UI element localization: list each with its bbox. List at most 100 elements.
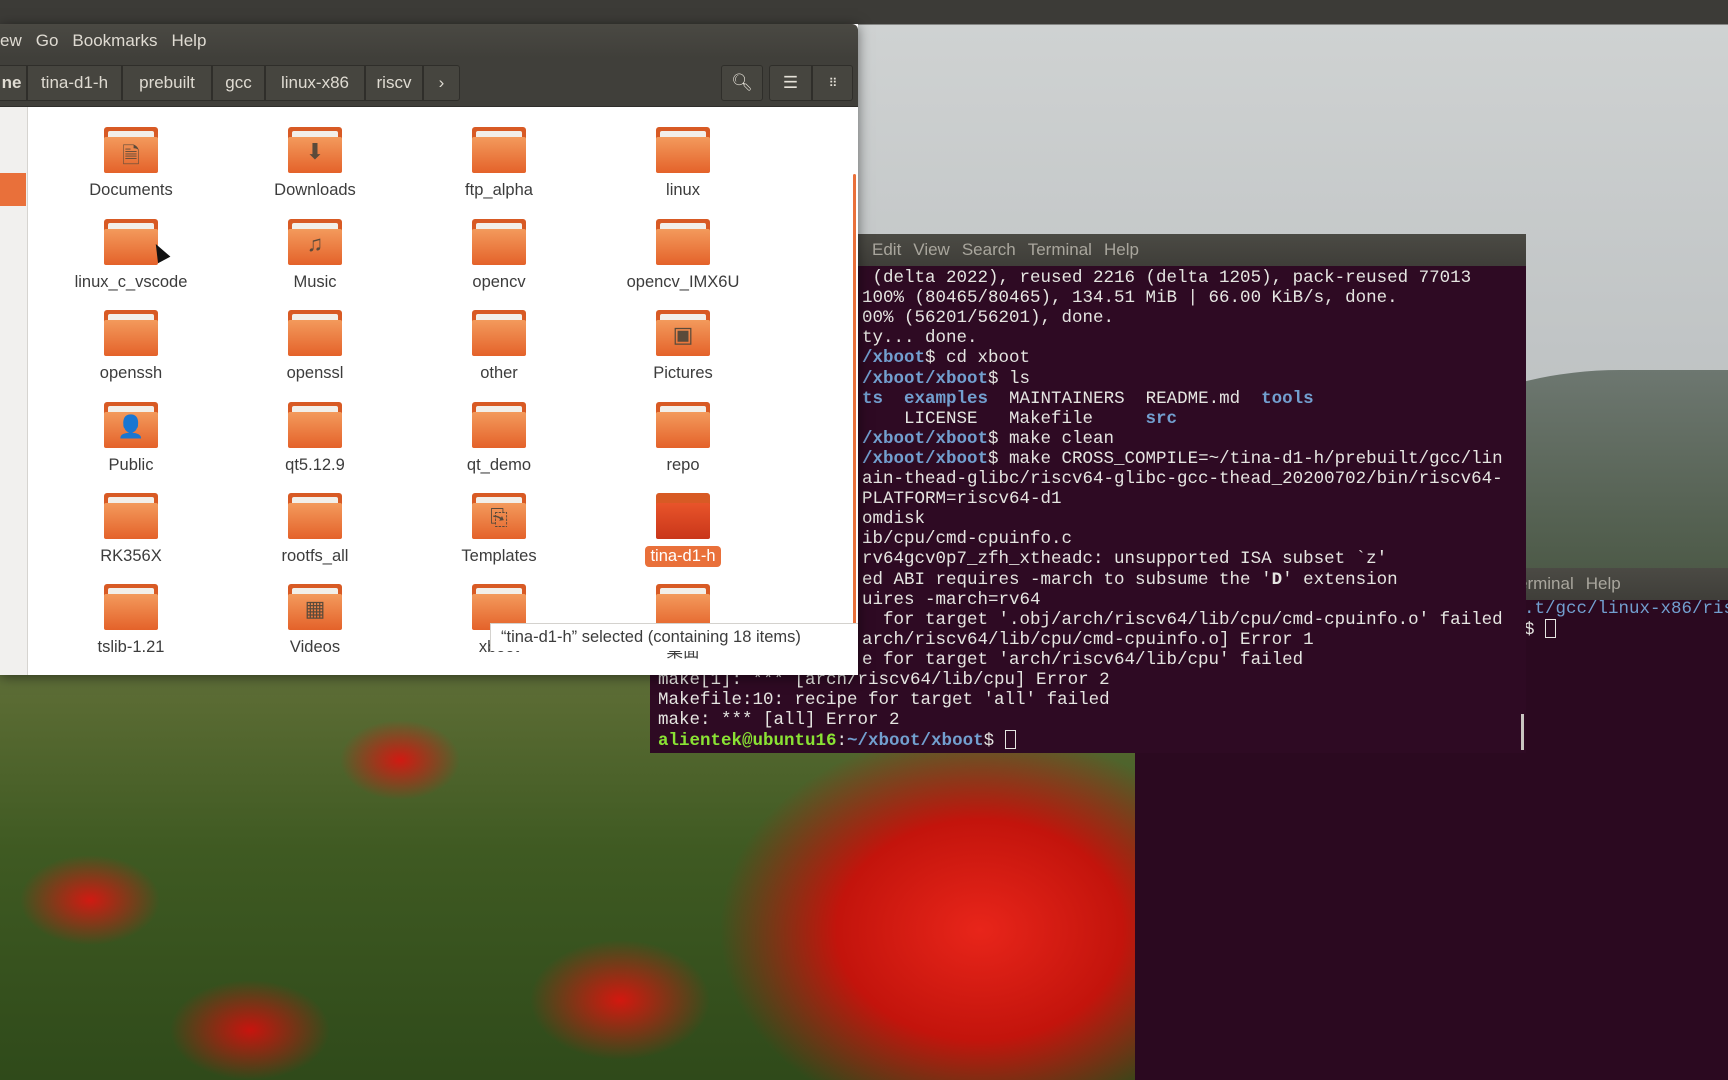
file-item-linux[interactable]: linux — [598, 127, 768, 201]
file-item-downloads[interactable]: ⬇ Downloads — [230, 127, 400, 201]
music-folder-icon: ♫ — [288, 219, 342, 265]
breadcrumb-prebuilt[interactable]: prebuilt — [122, 65, 212, 101]
grid-view-button[interactable]: ⠿ — [812, 65, 853, 101]
file-item-qt-demo[interactable]: qt_demo — [414, 402, 584, 476]
file-item-label: openssh — [99, 364, 163, 382]
terminal-line: .t/gcc/linux-x86/ris — [1524, 599, 1728, 619]
terminal-line: $ — [1524, 619, 1557, 640]
menu-help[interactable]: Help — [171, 31, 206, 51]
file-item-label: Documents — [89, 181, 173, 199]
file-item-ftp-alpha[interactable]: ftp_alpha — [414, 127, 584, 201]
terminal-line: /xboot/xboot$ ls — [862, 369, 1030, 389]
file-item-label: tslib-1.21 — [97, 638, 165, 656]
folder-icon — [656, 127, 710, 173]
menu-go[interactable]: Go — [36, 31, 59, 51]
terminal-text: $ — [983, 731, 1005, 752]
search-icon: 🔍︎ — [731, 73, 753, 92]
file-item-opencv-imx6u[interactable]: opencv_IMX6U — [598, 219, 768, 293]
templates-folder-icon: ⎘ — [472, 493, 526, 539]
file-item-music[interactable]: ♫ Music — [230, 219, 400, 293]
breadcrumb-more-button[interactable]: › — [423, 65, 460, 101]
file-item-videos[interactable]: ▦ Videos — [230, 584, 400, 658]
file-item-tina-d1-h[interactable]: tina-d1-h — [598, 493, 768, 567]
file-item-repo[interactable]: repo — [598, 402, 768, 476]
file-item-label: openssl — [286, 364, 344, 382]
breadcrumb-riscv[interactable]: riscv — [365, 65, 423, 101]
terminal-text: e for target 'arch/riscv64/lib/cpu' fail… — [862, 649, 1304, 670]
sidebar-item-home-selected[interactable] — [0, 173, 26, 206]
terminal-text: for target '.obj/arch/riscv64/lib/cpu/cm… — [862, 609, 1503, 630]
terminal-text: 100% (80465/80465), 134.51 MiB | 66.00 K… — [862, 288, 1398, 309]
folder-icon — [288, 310, 342, 356]
file-item-linux-c-vscode[interactable]: linux_c_vscode — [46, 219, 216, 293]
file-item-openssh[interactable]: openssh — [46, 310, 216, 384]
breadcrumb-linux-x86[interactable]: linux-x86 — [265, 65, 365, 101]
terminal-text: .t/gcc/linux-x86/ris — [1524, 599, 1728, 619]
terminal-text: 00% (56201/56201), done. — [862, 308, 1115, 329]
menu-view[interactable]: ew — [0, 31, 22, 51]
terminal-line: 100% (80465/80465), 134.51 MiB | 66.00 K… — [862, 288, 1398, 308]
list-view-button[interactable]: ☰ — [769, 65, 812, 101]
terminal-text: (delta 2022), reused 2216 (delta 1205), … — [862, 268, 1472, 288]
file-item-label: Pictures — [653, 364, 713, 382]
folder-icon — [104, 493, 158, 539]
terminal-scrollbar[interactable] — [1521, 714, 1524, 750]
terminal-text: D — [1271, 569, 1283, 590]
videos-folder-icon: ▦ — [288, 584, 342, 630]
file-item-public[interactable]: 👤 Public — [46, 402, 216, 476]
file-item-label: opencv — [472, 273, 526, 291]
file-item-label: qt_demo — [466, 456, 532, 474]
terminal-line: ts examples MAINTAINERS README.md tools — [862, 389, 1314, 409]
terminal-line: rv64gcv0p7_zfh_xtheadc: unsupported ISA … — [862, 549, 1387, 569]
terminal-text: make: *** [all] Error 2 — [658, 710, 900, 731]
file-item-qt5-12-9[interactable]: qt5.12.9 — [230, 402, 400, 476]
menu-bookmarks[interactable]: Bookmarks — [72, 31, 157, 51]
terminal-menu-erminal[interactable]: erminal — [1518, 574, 1574, 594]
terminal-text: tools — [1261, 388, 1314, 409]
file-view-scrollbar[interactable] — [853, 174, 856, 634]
terminal-text: ib/cpu/cmd-cpuinfo.c — [862, 529, 1073, 550]
folder-icon — [656, 402, 710, 448]
breadcrumb-gcc[interactable]: gcc — [212, 65, 265, 101]
downloads-folder-icon: ⬇ — [288, 127, 342, 173]
terminal-menu-terminal[interactable]: Terminal — [1028, 240, 1092, 260]
file-item-openssl[interactable]: openssl — [230, 310, 400, 384]
file-item-pictures[interactable]: ▣ Pictures — [598, 310, 768, 384]
terminal-text: ain-thead-glibc/riscv64-glibc-gcc-thead_… — [862, 469, 1503, 489]
list-view-icon: ☰ — [782, 73, 799, 92]
terminal-text: MAINTAINERS README.md — [988, 388, 1262, 409]
breadcrumb-home[interactable]: ne — [0, 65, 27, 101]
terminal-menu-help[interactable]: Help — [1104, 240, 1139, 260]
terminal-text: ts — [862, 388, 884, 409]
file-item-label: linux_c_vscode — [74, 273, 188, 291]
terminal-menu-help[interactable]: Help — [1586, 574, 1621, 594]
file-item-label: rootfs_all — [281, 547, 349, 565]
file-item-label: ftp_alpha — [465, 181, 533, 199]
terminal-line: PLATFORM=riscv64-d1 — [862, 489, 1062, 509]
file-item-label: qt5.12.9 — [285, 456, 345, 474]
terminal-cursor — [1545, 619, 1557, 639]
file-item-label: Templates — [461, 547, 537, 565]
file-item-opencv[interactable]: opencv — [414, 219, 584, 293]
folder-icon — [472, 127, 526, 173]
file-item-documents[interactable]: 🗎 Documents — [46, 127, 216, 201]
file-item-tslib-1-21[interactable]: tslib-1.21 — [46, 584, 216, 658]
terminal-line: ib/cpu/cmd-cpuinfo.c — [862, 529, 1072, 549]
file-item-rk356x[interactable]: RK356X — [46, 493, 216, 567]
search-button[interactable]: 🔍︎ — [721, 65, 763, 101]
file-item-label: Public — [108, 456, 154, 474]
file-item-templates[interactable]: ⎘ Templates — [414, 493, 584, 567]
terminal-text: ' extension — [1282, 569, 1398, 590]
breadcrumb-tina-d1-h[interactable]: tina-d1-h — [27, 65, 122, 101]
terminal-menu-search[interactable]: Search — [962, 240, 1016, 260]
grid-view-icon: ⠿ — [828, 76, 838, 90]
file-item-label: Music — [293, 273, 337, 291]
file-item-other[interactable]: other — [414, 310, 584, 384]
terminal-menu-view[interactable]: View — [913, 240, 950, 260]
file-item-label: Downloads — [274, 181, 356, 199]
file-item-rootfs-all[interactable]: rootfs_all — [230, 493, 400, 567]
terminal-menu-edit[interactable]: Edit — [872, 240, 901, 260]
file-item-label: tina-d1-h — [645, 546, 721, 567]
folder-icon — [656, 219, 710, 265]
